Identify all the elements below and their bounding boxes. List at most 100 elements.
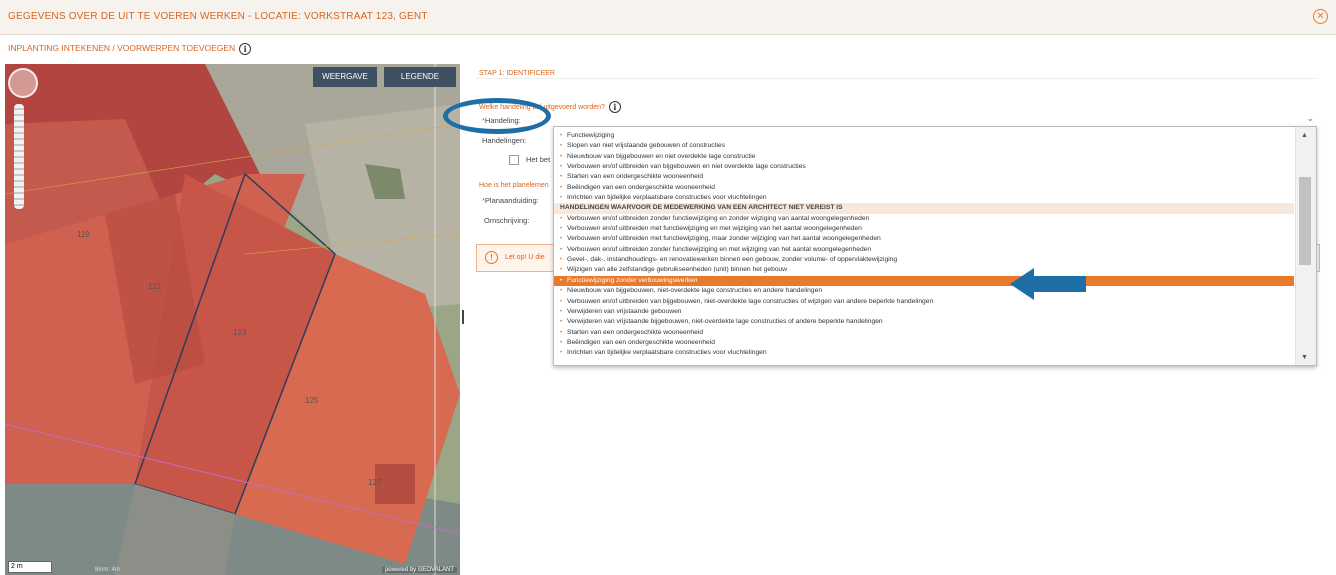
dropdown-option[interactable]: • Beëindigen van een ondergeschikte woone… bbox=[554, 338, 1294, 348]
scroll-down-icon[interactable]: ▼ bbox=[1301, 354, 1308, 361]
divider bbox=[476, 78, 1318, 79]
bullet-icon: • bbox=[560, 288, 563, 295]
bullet-icon: • bbox=[560, 195, 563, 202]
pan-control-icon[interactable] bbox=[8, 68, 38, 98]
bullet-icon: • bbox=[560, 184, 563, 191]
dropdown-scrollbar[interactable]: ▲ ▼ bbox=[1295, 127, 1316, 365]
handeling-dropdown[interactable]: • Functiewijziging • Slopen van niet vrijst… bbox=[553, 126, 1317, 366]
dropdown-option[interactable]: • Beëindigen van een ondergeschikte woone… bbox=[554, 183, 1294, 193]
bullet-icon: • bbox=[560, 267, 563, 274]
map-panel[interactable]: WEERGAVE LEGENDE 119 121 123 125 127 2 m… bbox=[5, 64, 460, 575]
map-image bbox=[5, 64, 460, 575]
close-icon[interactable]: ✕ bbox=[1313, 9, 1328, 24]
bullet-icon: • bbox=[560, 236, 563, 243]
handelingen-label: Handelingen: bbox=[482, 136, 527, 145]
omschrijving-label: Omschrijving: bbox=[484, 216, 530, 225]
annotation-arrow-icon bbox=[1010, 268, 1086, 300]
window-title: GEGEVENS OVER DE UIT TE VOEREN WERKEN - … bbox=[8, 11, 428, 22]
dropdown-option[interactable]: • Gevel-, dak-, instandhoudings- en renov… bbox=[554, 255, 1294, 265]
bullet-icon: • bbox=[560, 277, 563, 284]
bullet-icon: • bbox=[560, 215, 563, 222]
bullet-icon: • bbox=[560, 308, 563, 315]
legende-button[interactable]: LEGENDE bbox=[384, 67, 456, 87]
dropdown-option-label: Verbouwen en/of uitbreiden van bijgebouw… bbox=[567, 163, 806, 171]
step-title: STAP 1: IDENTIFICEER bbox=[479, 70, 555, 77]
dropdown-option[interactable]: • Verbouwen en/of uitbreiden met functiew… bbox=[554, 234, 1294, 244]
bullet-icon: • bbox=[560, 133, 563, 139]
dropdown-option-label: Verbouwen en/of uitbreiden met functiewi… bbox=[567, 235, 881, 243]
dropdown-option[interactable]: • Nieuwbouw van bijgebouwen, niet-overdek… bbox=[554, 286, 1294, 296]
breadcrumb-label: INPLANTING INTEKENEN / VOORWERPEN TOEVOE… bbox=[8, 43, 236, 53]
dropdown-option[interactable]: • Inrichten van tijdelijke verplaatsbare … bbox=[554, 193, 1294, 203]
dropdown-option-label: Verwijderen van vrijstaande bijgebouwen,… bbox=[567, 318, 883, 326]
question-plan: Hoe is het planelemen bbox=[479, 182, 549, 189]
scrollbar-thumb[interactable] bbox=[1299, 177, 1311, 265]
dropdown-option-label: Starten van een ondergeschikte wooneenhe… bbox=[567, 173, 704, 181]
dropdown-option[interactable]: • Verbouwen en/of uitbreiden van bijgebou… bbox=[554, 162, 1294, 172]
plot-number: 119 bbox=[77, 230, 90, 239]
breadcrumb: INPLANTING INTEKENEN / VOORWERPEN TOEVOE… bbox=[8, 43, 252, 55]
sub-header: INPLANTING INTEKENEN / VOORWERPEN TOEVOE… bbox=[0, 35, 1336, 62]
dropdown-option[interactable]: • Verbouwen en/of uitbreiden met functiew… bbox=[554, 224, 1294, 234]
dropdown-option[interactable]: • Verwijderen van vrijstaande gebouwen bbox=[554, 307, 1294, 317]
dropdown-option-label: Wijzigen van alle zelfstandige gebruikse… bbox=[567, 266, 788, 274]
dropdown-option-label: Inrichten van tijdelijke verplaatsbare c… bbox=[567, 349, 767, 357]
bullet-icon: • bbox=[560, 257, 563, 264]
dropdown-option-label: Nieuwbouw van bijgebouwen en niet overde… bbox=[567, 152, 756, 160]
bullet-icon: • bbox=[560, 246, 563, 253]
zoom-slider[interactable] bbox=[14, 104, 24, 209]
warning-icon: ! bbox=[485, 251, 498, 264]
scroll-up-icon[interactable]: ▲ bbox=[1301, 132, 1308, 139]
plot-number: 121 bbox=[148, 282, 162, 291]
info-icon[interactable]: i bbox=[608, 101, 621, 113]
map-scale-secondary: 8mm: 4m bbox=[95, 567, 121, 573]
plot-number: 127 bbox=[368, 478, 382, 487]
dropdown-option-label: Verbouwen en/of uitbreiden zonder functi… bbox=[567, 214, 870, 222]
bullet-icon: • bbox=[560, 143, 563, 150]
bullet-icon: • bbox=[560, 350, 563, 357]
dropdown-option-label: Verbouwen en/of uitbreiden met functiewi… bbox=[567, 225, 862, 233]
dropdown-option-label: Beëindigen van een ondergeschikte woonee… bbox=[567, 183, 715, 191]
planaanduiding-label-text: Planaanduiding: bbox=[484, 196, 539, 205]
panel-resizer[interactable] bbox=[462, 310, 464, 324]
bullet-icon: • bbox=[560, 319, 563, 326]
dropdown-option-label: Slopen van niet vrijstaande gebouwen of … bbox=[567, 142, 725, 150]
bullet-icon: • bbox=[560, 329, 563, 336]
bullet-icon: • bbox=[560, 339, 563, 346]
dropdown-group-header: HANDELINGEN WAARVOOR DE MEDEWERKING VAN … bbox=[554, 203, 1294, 214]
dropdown-option-label: Inrichten van tijdelijke verplaatsbare c… bbox=[567, 194, 767, 202]
planaanduiding-label: *Planaanduiding: bbox=[482, 196, 539, 205]
dropdown-option[interactable]: • Wijzigen van alle zelfstandige gebruiks… bbox=[554, 265, 1294, 275]
bullet-icon: • bbox=[560, 153, 563, 160]
dropdown-option-label: Gevel-, dak-, instandhoudings- en renova… bbox=[567, 256, 898, 264]
dropdown-option[interactable]: • Verbouwen en/of uitbreiden van bijgebou… bbox=[554, 297, 1294, 307]
bullet-icon: • bbox=[560, 298, 563, 305]
dropdown-option-label: HANDELINGEN WAARVOOR DE MEDEWERKING VAN … bbox=[560, 204, 843, 212]
dropdown-option-label: Nieuwbouw van bijgebouwen, niet-overdekt… bbox=[567, 287, 823, 295]
dropdown-option[interactable]: • Starten van een ondergeschikte wooneenh… bbox=[554, 328, 1294, 338]
dropdown-option[interactable]: • Inrichten van tijdelijke verplaatsbare … bbox=[554, 348, 1294, 358]
window-header: GEGEVENS OVER DE UIT TE VOEREN WERKEN - … bbox=[0, 0, 1336, 35]
dropdown-option-label: Starten van een ondergeschikte wooneenhe… bbox=[567, 328, 704, 336]
dropdown-option-label: Verbouwen en/of uitbreiden van bijgebouw… bbox=[567, 297, 934, 305]
bullet-icon: • bbox=[560, 164, 563, 171]
dropdown-option[interactable]: • Verbouwen en/of uitbreiden zonder funct… bbox=[554, 214, 1294, 224]
dropdown-option[interactable]: • Functiewijziging zonder verbouwingswerk… bbox=[554, 275, 1294, 287]
info-icon[interactable]: i bbox=[239, 43, 252, 55]
warning-text: Let op! U die bbox=[505, 254, 545, 261]
dropdown-option[interactable]: • Verbouwen en/of uitbreiden zonder funct… bbox=[554, 245, 1294, 255]
dropdown-option[interactable]: • Nieuwbouw van bijgebouwen en niet overd… bbox=[554, 152, 1294, 162]
dropdown-option[interactable]: • Starten van een ondergeschikte wooneenh… bbox=[554, 172, 1294, 182]
map-credit: powered by GEOVALANT bbox=[382, 567, 457, 573]
dropdown-option-label: Functiewijziging bbox=[567, 132, 615, 139]
dropdown-option[interactable]: • Slopen van niet vrijstaande gebouwen of… bbox=[554, 141, 1294, 151]
dropdown-option[interactable]: • Verwijderen van vrijstaande bijgebouwen… bbox=[554, 317, 1294, 327]
checkbox[interactable] bbox=[509, 155, 519, 165]
dropdown-option[interactable]: • Functiewijziging bbox=[554, 131, 1294, 141]
dropdown-option-label: Beëindigen van een ondergeschikte woonee… bbox=[567, 338, 715, 346]
dropdown-option-label: Verbouwen en/of uitbreiden zonder functi… bbox=[567, 245, 872, 253]
bullet-icon: • bbox=[560, 174, 563, 181]
dropdown-option-label: Verwijderen van vrijstaande gebouwen bbox=[567, 307, 682, 315]
weergave-button[interactable]: WEERGAVE bbox=[313, 67, 377, 87]
dropdown-list: • Functiewijziging • Slopen van niet vrijst… bbox=[554, 131, 1294, 359]
